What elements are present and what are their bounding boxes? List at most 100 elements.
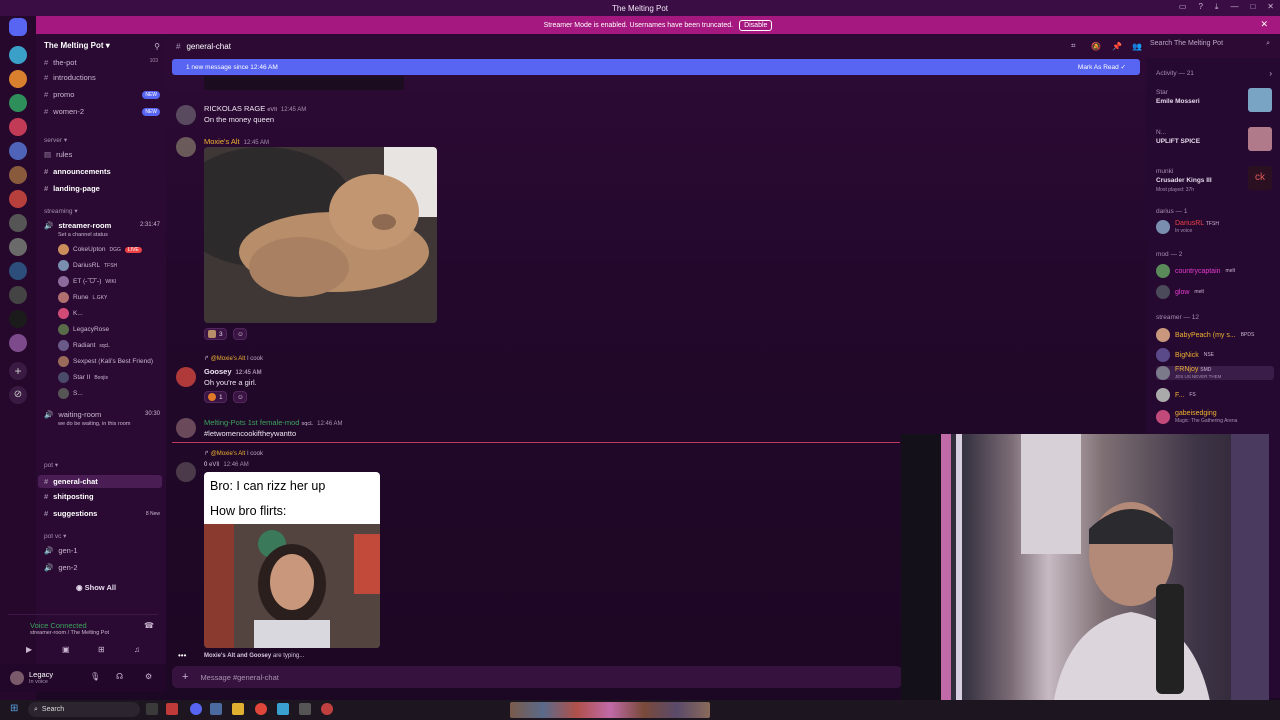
voice-user[interactable]: K... — [58, 308, 83, 319]
channel-general-chat[interactable]: # general-chat — [38, 475, 162, 488]
close-button[interactable]: ✕ — [1267, 2, 1274, 12]
category-pot-vc[interactable]: pot vc ▾ — [44, 532, 66, 540]
chrome-icon[interactable] — [255, 703, 267, 715]
member-item[interactable]: FRNjoy SMD JES US NEVER THEM — [1156, 366, 1274, 380]
members-icon[interactable]: 👥 — [1132, 42, 1142, 51]
server-icon[interactable] — [9, 142, 27, 160]
category-server[interactable]: server ▾ — [44, 136, 67, 144]
message-author[interactable]: Moxie's Alt 12:45 AM — [204, 137, 269, 146]
voice-user[interactable]: CokeUpton DGG LIVE — [58, 244, 142, 255]
reaction[interactable]: 3 — [204, 328, 227, 340]
server-icon[interactable] — [9, 214, 27, 232]
banner-close-icon[interactable]: ✕ — [1260, 19, 1268, 30]
member-item[interactable]: countrycaptain melt — [1156, 264, 1235, 278]
app-icon[interactable] — [166, 703, 178, 715]
avatar[interactable] — [176, 105, 196, 125]
avatar[interactable] — [10, 671, 24, 685]
add-reaction-button[interactable]: ☺ — [233, 391, 247, 403]
member-item[interactable]: BigNick NSE — [1156, 348, 1214, 362]
voice-channel-gen-1[interactable]: 🔊 gen-1 — [44, 546, 78, 555]
channel-the-pot[interactable]: # the-pot — [44, 58, 77, 67]
task-view-icon[interactable] — [146, 703, 158, 715]
member-item[interactable]: DariusRL TFSH In voice — [1156, 220, 1219, 234]
reply-preview[interactable]: ↱ @Moxie's Alt I cook — [204, 450, 263, 457]
search-input[interactable]: Search The Melting Pot ⌕ — [1150, 40, 1274, 54]
maximize-button[interactable]: □ — [1250, 2, 1255, 12]
screen-share-icon[interactable]: ▣ — [62, 645, 70, 654]
channel-promo[interactable]: # promo — [44, 90, 74, 99]
mute-icon[interactable]: 🔕 — [1091, 42, 1101, 51]
voice-channel-streamer-room[interactable]: 🔊 streamer-room — [44, 221, 111, 230]
server-name[interactable]: The Melting Pot ▾ — [44, 41, 110, 50]
server-icon[interactable] — [9, 118, 27, 136]
add-member-icon[interactable]: ⚲ — [154, 42, 160, 51]
member-item[interactable]: gabeisedging Magic: The Gathering Arena — [1156, 410, 1237, 424]
server-icon[interactable] — [9, 166, 27, 184]
channel-suggestions[interactable]: # suggestions — [44, 509, 97, 518]
dog-photo[interactable] — [204, 147, 437, 323]
minimize-button[interactable]: — — [1230, 2, 1238, 12]
message-author[interactable]: Goosey 12:45 AM — [204, 367, 262, 376]
channel-status[interactable]: Set a channel status — [58, 232, 108, 238]
server-icon[interactable] — [9, 46, 27, 64]
disconnect-icon[interactable]: ☎ — [144, 621, 154, 630]
server-icon[interactable] — [9, 190, 27, 208]
help-icon[interactable]: ? — [1198, 2, 1202, 12]
member-item[interactable]: F... FS — [1156, 388, 1196, 402]
show-all-button[interactable]: ◉ Show All — [76, 583, 116, 592]
obs-icon[interactable] — [299, 703, 311, 715]
activities-icon[interactable]: ⊞ — [98, 645, 105, 654]
server-icon[interactable] — [9, 94, 27, 112]
voice-channel-gen-2[interactable]: 🔊 gen-2 — [44, 563, 78, 572]
channel-women-2[interactable]: # women-2 — [44, 107, 84, 116]
channel-landing-page[interactable]: # landing-page — [44, 184, 100, 193]
avatar[interactable] — [176, 137, 196, 157]
server-icon[interactable] — [9, 286, 27, 304]
activity-card[interactable]: munki Crusader Kings III Most played: 37h — [1156, 167, 1212, 195]
server-icon[interactable] — [9, 238, 27, 256]
voice-user[interactable]: ET (˶ˆᗜˆ˵) WIKI — [58, 276, 116, 287]
message-author[interactable]: 0 eVIl 12:46 AM — [204, 462, 249, 468]
threads-icon[interactable]: ⌗ — [1071, 41, 1076, 51]
mic-icon[interactable]: 🎙 — [90, 672, 100, 681]
channel-announcements[interactable]: # announcements — [44, 167, 111, 176]
image-attachment[interactable] — [204, 76, 404, 90]
channel-shitposting[interactable]: # shitposting — [44, 492, 94, 501]
channel-rules[interactable]: ▤ rules — [44, 150, 72, 159]
discord-icon[interactable] — [190, 703, 202, 715]
server-icon[interactable] — [9, 262, 27, 280]
app-icon[interactable] — [321, 703, 333, 715]
home-icon[interactable] — [9, 18, 27, 36]
pin-icon[interactable]: 📌 — [1112, 42, 1122, 51]
mark-as-read-button[interactable]: Mark As Read ✓ — [1078, 63, 1126, 71]
server-icon[interactable] — [9, 334, 27, 352]
headphones-icon[interactable]: ☊ — [116, 672, 123, 681]
server-icon[interactable] — [9, 310, 27, 328]
chevron-right-icon[interactable]: › — [1269, 69, 1272, 78]
category-pot[interactable]: pot ▾ — [44, 461, 58, 469]
voice-user[interactable]: Rune L.GKY — [58, 292, 107, 303]
steam-icon[interactable] — [210, 703, 222, 715]
inbox-icon[interactable]: ▭ — [1179, 2, 1187, 12]
soundboard-icon[interactable]: ♫ — [134, 645, 140, 654]
folder-icon[interactable] — [232, 703, 244, 715]
avatar[interactable] — [176, 418, 196, 438]
message-author[interactable]: Melting-Pots 1st female-mod sqcL 12:46 AM — [204, 418, 343, 427]
avatar[interactable] — [176, 367, 196, 387]
add-server-icon[interactable]: + — [9, 362, 27, 380]
voice-user[interactable]: S... — [58, 388, 83, 399]
download-icon[interactable]: ⤓ — [1215, 2, 1219, 12]
voice-user[interactable]: Sexpest (Kali's Best Friend) — [58, 356, 153, 367]
add-attachment-icon[interactable]: + — [182, 671, 188, 683]
new-messages-bar[interactable]: 1 new message since 12:46 AM Mark As Rea… — [172, 59, 1140, 75]
voice-user[interactable]: Star II Boojis — [58, 372, 108, 383]
channel-introductions[interactable]: # introductions — [44, 73, 96, 82]
disable-button[interactable]: Disable — [739, 19, 773, 31]
app-icon[interactable] — [277, 703, 289, 715]
voice-user[interactable]: Radiant sqcL — [58, 340, 110, 351]
member-item[interactable]: BabyPeach (my s... BPDS — [1156, 328, 1254, 342]
taskbar-search[interactable]: ⌕ Search — [28, 702, 140, 717]
category-streaming[interactable]: streaming ▾ — [44, 207, 78, 215]
voice-channel-waiting-room[interactable]: 🔊 waiting-room — [44, 410, 101, 419]
activity-card[interactable]: N... UPLIFT SPICE — [1156, 128, 1200, 146]
